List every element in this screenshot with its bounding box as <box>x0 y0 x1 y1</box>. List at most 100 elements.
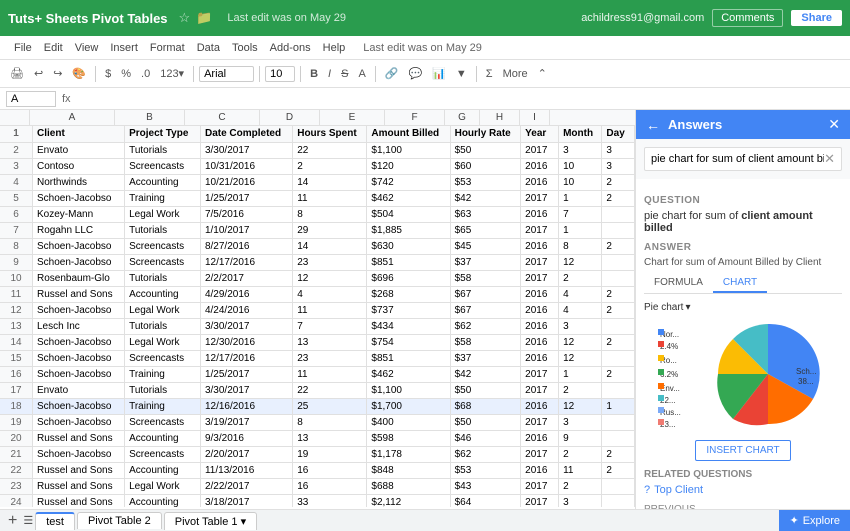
cell[interactable]: Legal Work <box>125 334 201 350</box>
table-row[interactable]: 24Russel and SonsAccounting3/18/201733$2… <box>0 494 635 507</box>
menu-view[interactable]: View <box>69 42 105 54</box>
cell[interactable]: Northwinds <box>33 174 125 190</box>
cell[interactable]: 23 <box>293 350 367 366</box>
menu-file[interactable]: File <box>8 42 38 54</box>
cell[interactable]: 12/16/2016 <box>200 398 292 414</box>
cell[interactable]: 3 <box>602 158 635 174</box>
cell[interactable]: $42 <box>450 366 521 382</box>
table-row[interactable]: 3ContosoScreencasts10/31/20162$120$60201… <box>0 158 635 174</box>
cell[interactable]: 2017 <box>521 446 559 462</box>
cell[interactable]: 3 <box>559 318 602 334</box>
cell[interactable]: 4 <box>559 286 602 302</box>
cell[interactable]: $754 <box>367 334 450 350</box>
cell[interactable]: Accounting <box>125 430 201 446</box>
insert-chart-button[interactable]: INSERT CHART <box>695 440 790 461</box>
cell[interactable]: 12 <box>559 334 602 350</box>
cell[interactable]: 25 <box>293 398 367 414</box>
cell[interactable]: 2 <box>559 478 602 494</box>
cell[interactable]: Screencasts <box>125 254 201 270</box>
cell[interactable]: Accounting <box>125 494 201 507</box>
cell[interactable]: 12 <box>559 350 602 366</box>
cell[interactable]: $851 <box>367 254 450 270</box>
cell[interactable]: 33 <box>293 494 367 507</box>
cell[interactable]: Russel and Sons <box>33 462 125 478</box>
cell[interactable]: Schoen-Jacobso <box>33 350 125 366</box>
menu-addons[interactable]: Add-ons <box>264 42 317 54</box>
cell[interactable]: Tutorials <box>125 142 201 158</box>
cell[interactable]: $688 <box>367 478 450 494</box>
cell[interactable]: $462 <box>367 366 450 382</box>
cell[interactable]: 3/30/2017 <box>200 142 292 158</box>
cell[interactable]: 2 <box>602 446 635 462</box>
cell[interactable]: Russel and Sons <box>33 430 125 446</box>
cell[interactable]: Russel and Sons <box>33 286 125 302</box>
cell[interactable]: Training <box>125 366 201 382</box>
col-header-b[interactable]: B <box>115 110 185 125</box>
cell[interactable]: 3 <box>559 414 602 430</box>
currency-btn[interactable]: $ <box>101 66 115 82</box>
percent-btn[interactable]: % <box>117 66 135 82</box>
cell[interactable]: 1 <box>602 398 635 414</box>
col-header-i[interactable]: I <box>520 110 550 125</box>
menu-format[interactable]: Format <box>144 42 191 54</box>
cell[interactable]: $1,885 <box>367 222 450 238</box>
functions-btn[interactable]: Σ <box>482 66 497 82</box>
cell[interactable]: 2/2/2017 <box>200 270 292 286</box>
cell[interactable]: 2016 <box>521 238 559 254</box>
cell[interactable]: Screencasts <box>125 158 201 174</box>
cell[interactable]: 1 <box>559 190 602 206</box>
cell[interactable]: Accounting <box>125 174 201 190</box>
cell[interactable]: $50 <box>450 382 521 398</box>
cell[interactable]: 2 <box>602 366 635 382</box>
cell[interactable]: $742 <box>367 174 450 190</box>
cell[interactable]: $63 <box>450 206 521 222</box>
cell[interactable]: $50 <box>450 142 521 158</box>
cell[interactable]: 8 <box>559 238 602 254</box>
cell[interactable]: 7/5/2016 <box>200 206 292 222</box>
filter-btn[interactable]: ▼ <box>452 66 471 82</box>
cell[interactable]: $62 <box>450 318 521 334</box>
cell[interactable]: 2 <box>559 382 602 398</box>
italic-btn[interactable]: I <box>324 66 335 82</box>
cell[interactable]: $598 <box>367 430 450 446</box>
cell[interactable]: 11 <box>293 366 367 382</box>
text-color-btn[interactable]: A <box>354 66 369 82</box>
cell[interactable]: 10 <box>559 174 602 190</box>
cell[interactable]: 2016 <box>521 206 559 222</box>
cell[interactable]: $504 <box>367 206 450 222</box>
cell[interactable]: 12 <box>293 270 367 286</box>
cell[interactable]: 2016 <box>521 318 559 334</box>
star-icon[interactable]: ☆ <box>179 10 191 26</box>
cell[interactable]: Schoen-Jacobso <box>33 366 125 382</box>
cell[interactable]: Tutorials <box>125 382 201 398</box>
cell[interactable]: 2017 <box>521 142 559 158</box>
cell[interactable]: Schoen-Jacobso <box>33 446 125 462</box>
cell[interactable]: 2016 <box>521 302 559 318</box>
cell[interactable]: $737 <box>367 302 450 318</box>
cell[interactable]: $50 <box>450 414 521 430</box>
cell[interactable]: Tutorials <box>125 222 201 238</box>
cell[interactable]: $434 <box>367 318 450 334</box>
cell[interactable]: 11 <box>559 462 602 478</box>
cell[interactable]: 13 <box>293 334 367 350</box>
table-row[interactable]: 7Rogahn LLCTutorials1/10/201729$1,885$65… <box>0 222 635 238</box>
col-header-a[interactable]: A <box>30 110 115 125</box>
cell[interactable]: 10/31/2016 <box>200 158 292 174</box>
col-header-e[interactable]: E <box>320 110 385 125</box>
cell[interactable]: Russel and Sons <box>33 478 125 494</box>
cell[interactable]: 2 <box>602 302 635 318</box>
cell[interactable]: 9/3/2016 <box>200 430 292 446</box>
cell[interactable] <box>602 494 635 507</box>
table-row[interactable]: 5Schoen-JacobsoTraining1/25/201711$462$4… <box>0 190 635 206</box>
comment-btn[interactable]: 💬 <box>404 65 426 82</box>
cell[interactable]: Tutorials <box>125 318 201 334</box>
cell[interactable]: 2 <box>602 462 635 478</box>
cell[interactable]: 2016 <box>521 174 559 190</box>
cell[interactable]: 3/19/2017 <box>200 414 292 430</box>
collapse-btn[interactable]: ⌃ <box>534 65 551 82</box>
table-row[interactable]: 10Rosenbaum-GloTutorials2/2/201712$696$5… <box>0 270 635 286</box>
cell[interactable]: Schoen-Jacobso <box>33 254 125 270</box>
cell[interactable]: $400 <box>367 414 450 430</box>
cell[interactable]: 4 <box>559 302 602 318</box>
cell[interactable] <box>602 382 635 398</box>
